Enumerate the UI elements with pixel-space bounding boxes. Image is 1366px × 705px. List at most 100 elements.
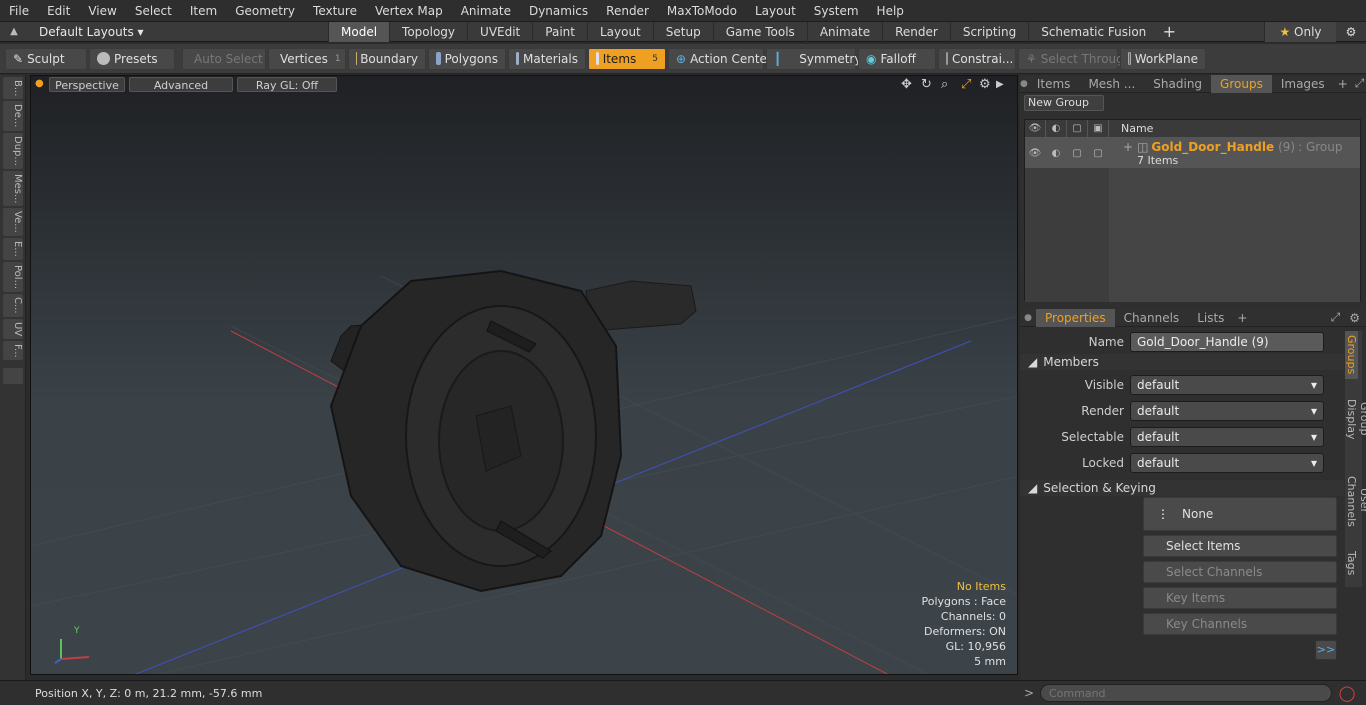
menu-geometry[interactable]: Geometry: [226, 0, 304, 22]
left-tab-uv[interactable]: UV: [3, 318, 23, 339]
record-icon[interactable]: ◯: [1332, 684, 1362, 702]
layout-dropdown[interactable]: Default Layouts ▾: [28, 25, 328, 39]
select-through-button[interactable]: ⚘ Select Through: [1018, 47, 1131, 70]
tab-render[interactable]: Render: [882, 21, 950, 42]
left-tab-mesh[interactable]: Mes...: [3, 170, 23, 207]
row-lock-icon[interactable]: ▢: [1067, 138, 1088, 168]
menu-help[interactable]: Help: [868, 0, 913, 22]
workplane-button[interactable]: WorkPlane: [1120, 47, 1206, 70]
none-button[interactable]: ⋮ None: [1143, 497, 1337, 531]
viewport-menu-dot-icon[interactable]: ●: [35, 78, 44, 89]
action-center-button[interactable]: ⊕ Action Center: [668, 47, 772, 70]
select-channels-button[interactable]: Select Channels: [1143, 561, 1337, 583]
sculpt-button[interactable]: ✎ Sculpt: [5, 47, 87, 70]
materials-button[interactable]: Materials: [508, 47, 586, 70]
key-channels-button[interactable]: Key Channels: [1143, 613, 1337, 635]
props-settings-icon[interactable]: ⚙: [1343, 311, 1366, 325]
left-tab-deform[interactable]: De...: [3, 101, 23, 131]
add-tab-icon[interactable]: +: [1158, 22, 1180, 41]
menu-layout[interactable]: Layout: [746, 0, 805, 22]
symmetry-button[interactable]: ┃ Symmetry: [766, 47, 861, 70]
left-tab-curve[interactable]: C...: [3, 293, 23, 317]
row-render-icon[interactable]: ◐: [1046, 138, 1067, 168]
more-button[interactable]: >>: [1315, 640, 1337, 660]
gear-icon[interactable]: ⚙: [1336, 25, 1366, 39]
menu-animate[interactable]: Animate: [452, 0, 520, 22]
render-dropdown[interactable]: default ▾: [1130, 401, 1324, 421]
tab-setup[interactable]: Setup: [652, 21, 713, 42]
tab-properties[interactable]: Properties: [1036, 308, 1115, 327]
lock-col-icon[interactable]: ▢: [1067, 120, 1088, 137]
layout-collapse-icon[interactable]: ▲: [0, 26, 28, 37]
menu-vertex-map[interactable]: Vertex Map: [366, 0, 452, 22]
left-tab-duplicate[interactable]: Dup...: [3, 132, 23, 169]
tab-animate[interactable]: Animate: [806, 21, 882, 42]
menu-texture[interactable]: Texture: [304, 0, 366, 22]
presets-button[interactable]: Presets: [89, 47, 175, 70]
menu-system[interactable]: System: [805, 0, 868, 22]
tab-groups[interactable]: Groups: [1211, 74, 1272, 93]
new-group-button[interactable]: New Group: [1024, 95, 1104, 111]
add-panel-tab-icon[interactable]: +: [1334, 77, 1352, 91]
name-field[interactable]: Gold_Door_Handle (9): [1130, 332, 1324, 352]
constraints-button[interactable]: Constrai...: [938, 47, 1016, 70]
perspective-button[interactable]: Perspective: [49, 77, 125, 92]
row-select-icon[interactable]: ▢: [1088, 138, 1109, 168]
tab-layout[interactable]: Layout: [586, 21, 653, 42]
render-col-icon[interactable]: ◐: [1046, 120, 1067, 137]
fit-view-icon[interactable]: ⤢: [961, 77, 971, 92]
menu-edit[interactable]: Edit: [38, 0, 79, 22]
viewport-more-icon[interactable]: ▶: [996, 79, 1004, 90]
side-tab-user-channels[interactable]: User Channels: [1345, 459, 1366, 543]
tab-scripting[interactable]: Scripting: [949, 21, 1028, 42]
menu-dynamics[interactable]: Dynamics: [520, 0, 597, 22]
left-tab-fusion[interactable]: F...: [3, 340, 23, 361]
left-tab-edge[interactable]: E...: [3, 238, 23, 260]
boundary-button[interactable]: Boundary: [348, 47, 426, 70]
members-section[interactable]: ◢ Members: [1020, 354, 1344, 370]
left-tab-vertex[interactable]: Ve...: [3, 208, 23, 237]
tab-items[interactable]: Items: [1028, 75, 1080, 93]
add-props-tab-icon[interactable]: +: [1233, 311, 1251, 325]
left-tab-polygon[interactable]: Pol...: [3, 261, 23, 292]
tab-paint[interactable]: Paint: [532, 21, 587, 42]
group-row[interactable]: 👁 ◐ ▢ ▢ + ◫ Gold_Door_Handle (9) : Group…: [1025, 138, 1360, 168]
select-col-icon[interactable]: ▣: [1088, 120, 1109, 137]
tab-schematic-fusion[interactable]: Schematic Fusion: [1028, 21, 1158, 42]
visibility-col-icon[interactable]: 👁: [1025, 120, 1046, 137]
side-tab-group-display[interactable]: Group Display: [1345, 379, 1366, 459]
left-tab-basic[interactable]: B...: [3, 77, 23, 100]
viewport-settings-icon[interactable]: ⚙: [979, 77, 991, 92]
menu-select[interactable]: Select: [126, 0, 181, 22]
tab-lists[interactable]: Lists: [1188, 309, 1233, 327]
row-visibility-icon[interactable]: 👁: [1025, 138, 1046, 168]
items-button[interactable]: Items 5: [588, 47, 666, 70]
expand-plus-icon[interactable]: +: [1123, 140, 1133, 154]
props-expand-icon[interactable]: ⤢: [1328, 310, 1344, 325]
polygons-button[interactable]: Polygons: [428, 47, 506, 70]
rotate-view-icon[interactable]: ↻: [921, 77, 932, 92]
visible-dropdown[interactable]: default ▾: [1130, 375, 1324, 395]
zoom-view-icon[interactable]: ⌕: [941, 77, 948, 92]
command-input[interactable]: [1040, 684, 1332, 702]
falloff-button[interactable]: ◉ Falloff: [858, 47, 936, 70]
menu-render[interactable]: Render: [597, 0, 658, 22]
menu-file[interactable]: File: [0, 0, 38, 22]
tab-game-tools[interactable]: Game Tools: [712, 21, 807, 42]
expand-panel-icon[interactable]: ⤢: [1352, 76, 1366, 91]
side-tab-groups[interactable]: Groups: [1345, 331, 1358, 379]
tab-shading[interactable]: Shading: [1144, 75, 1211, 93]
menu-item[interactable]: Item: [181, 0, 226, 22]
only-toggle[interactable]: ★ Only: [1264, 21, 1336, 42]
tab-mesh[interactable]: Mesh ...: [1079, 75, 1144, 93]
left-tab-extra[interactable]: [3, 368, 23, 385]
select-items-button[interactable]: Select Items: [1143, 535, 1337, 557]
side-tab-tags[interactable]: Tags: [1345, 543, 1358, 583]
advanced-button[interactable]: Advanced: [129, 77, 233, 92]
tab-topology[interactable]: Topology: [389, 21, 467, 42]
tab-model[interactable]: Model: [328, 21, 390, 42]
locked-dropdown[interactable]: default ▾: [1130, 453, 1324, 473]
auto-select-button[interactable]: Auto Select: [182, 47, 266, 70]
selection-keying-section[interactable]: ◢ Selection & Keying: [1020, 480, 1344, 496]
panel-menu-dot-icon[interactable]: ●: [1020, 79, 1028, 89]
